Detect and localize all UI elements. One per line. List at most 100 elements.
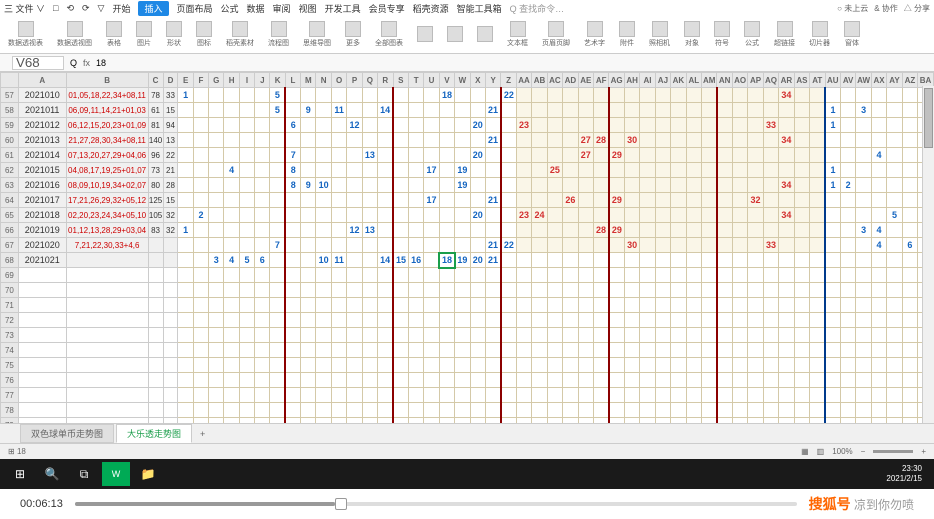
cell[interactable] — [655, 208, 670, 223]
cell[interactable] — [331, 148, 346, 163]
cell[interactable] — [810, 313, 825, 328]
cell[interactable] — [285, 193, 300, 208]
cell[interactable] — [609, 253, 624, 268]
cell[interactable] — [439, 178, 454, 193]
cell[interactable] — [393, 88, 408, 103]
cell[interactable] — [178, 388, 193, 403]
cell[interactable] — [316, 313, 331, 328]
cell[interactable] — [362, 193, 377, 208]
cell[interactable] — [563, 253, 578, 268]
cell[interactable] — [701, 148, 716, 163]
ribbon-icon[interactable] — [271, 21, 287, 37]
cell[interactable] — [347, 373, 362, 388]
cell[interactable] — [732, 343, 747, 358]
cell[interactable] — [178, 373, 193, 388]
cell[interactable] — [408, 313, 423, 328]
cell[interactable] — [887, 343, 902, 358]
cell[interactable]: 17 — [424, 193, 439, 208]
cell[interactable] — [748, 268, 763, 283]
cell[interactable] — [840, 238, 855, 253]
cell[interactable] — [193, 118, 208, 133]
cell[interactable] — [717, 343, 732, 358]
cell[interactable] — [887, 328, 902, 343]
cell[interactable]: 4 — [871, 223, 886, 238]
cell[interactable] — [701, 118, 716, 133]
cell[interactable] — [301, 88, 316, 103]
cell[interactable] — [717, 208, 732, 223]
cell[interactable] — [547, 373, 562, 388]
cell[interactable] — [887, 118, 902, 133]
cell[interactable] — [378, 328, 393, 343]
cell[interactable] — [408, 418, 423, 424]
cell[interactable] — [209, 388, 224, 403]
cell[interactable] — [270, 118, 285, 133]
cell[interactable] — [193, 283, 208, 298]
cell[interactable] — [424, 313, 439, 328]
cell[interactable] — [393, 373, 408, 388]
cell[interactable] — [856, 388, 871, 403]
cell[interactable] — [825, 373, 840, 388]
cell[interactable] — [285, 373, 300, 388]
cell[interactable] — [840, 343, 855, 358]
cell[interactable] — [840, 418, 855, 424]
cell[interactable] — [902, 403, 917, 418]
cell[interactable] — [516, 403, 531, 418]
tab-formula[interactable]: 公式 — [221, 2, 239, 15]
cell[interactable] — [424, 403, 439, 418]
cell[interactable]: 15 — [163, 193, 178, 208]
row-header[interactable]: 69 — [1, 268, 19, 283]
cell[interactable] — [563, 343, 578, 358]
cell[interactable] — [547, 88, 562, 103]
cell[interactable] — [547, 328, 562, 343]
cell[interactable]: 2021017 — [18, 193, 66, 208]
fx-icon[interactable]: Q — [70, 58, 77, 68]
cell[interactable] — [439, 238, 454, 253]
cell[interactable] — [686, 238, 701, 253]
cell[interactable] — [887, 298, 902, 313]
cell[interactable]: 12 — [347, 118, 362, 133]
cell[interactable] — [255, 313, 270, 328]
cell[interactable] — [193, 238, 208, 253]
cell[interactable] — [270, 193, 285, 208]
cell[interactable] — [331, 208, 346, 223]
cell[interactable] — [362, 313, 377, 328]
cell[interactable] — [455, 193, 470, 208]
tab-docer[interactable]: 稻壳资源 — [413, 2, 449, 15]
cell[interactable] — [563, 133, 578, 148]
cell[interactable] — [193, 193, 208, 208]
cell[interactable] — [301, 358, 316, 373]
cell[interactable] — [887, 358, 902, 373]
cell[interactable] — [748, 388, 763, 403]
cell[interactable] — [270, 298, 285, 313]
cell[interactable] — [393, 358, 408, 373]
cell[interactable] — [485, 403, 500, 418]
cell[interactable] — [532, 328, 547, 343]
cell[interactable] — [671, 268, 686, 283]
cell[interactable] — [316, 418, 331, 424]
cell[interactable] — [532, 193, 547, 208]
cell[interactable] — [178, 283, 193, 298]
cell[interactable] — [378, 133, 393, 148]
cell[interactable] — [717, 148, 732, 163]
cell[interactable] — [825, 283, 840, 298]
cell[interactable] — [763, 163, 778, 178]
cell[interactable] — [763, 268, 778, 283]
cell[interactable] — [671, 373, 686, 388]
cell[interactable] — [424, 103, 439, 118]
cell[interactable] — [794, 223, 809, 238]
cell[interactable]: 12 — [347, 223, 362, 238]
cell[interactable] — [285, 418, 300, 424]
cell[interactable] — [270, 223, 285, 238]
cell[interactable] — [655, 163, 670, 178]
cell[interactable] — [840, 133, 855, 148]
cell[interactable] — [501, 418, 516, 424]
cell[interactable]: 28 — [594, 133, 609, 148]
cell[interactable] — [347, 178, 362, 193]
cell[interactable] — [193, 163, 208, 178]
cell[interactable]: 2021019 — [18, 223, 66, 238]
cell[interactable] — [470, 403, 485, 418]
cell[interactable] — [347, 133, 362, 148]
cell[interactable] — [794, 343, 809, 358]
cell[interactable]: 33 — [763, 238, 778, 253]
cell[interactable] — [532, 268, 547, 283]
